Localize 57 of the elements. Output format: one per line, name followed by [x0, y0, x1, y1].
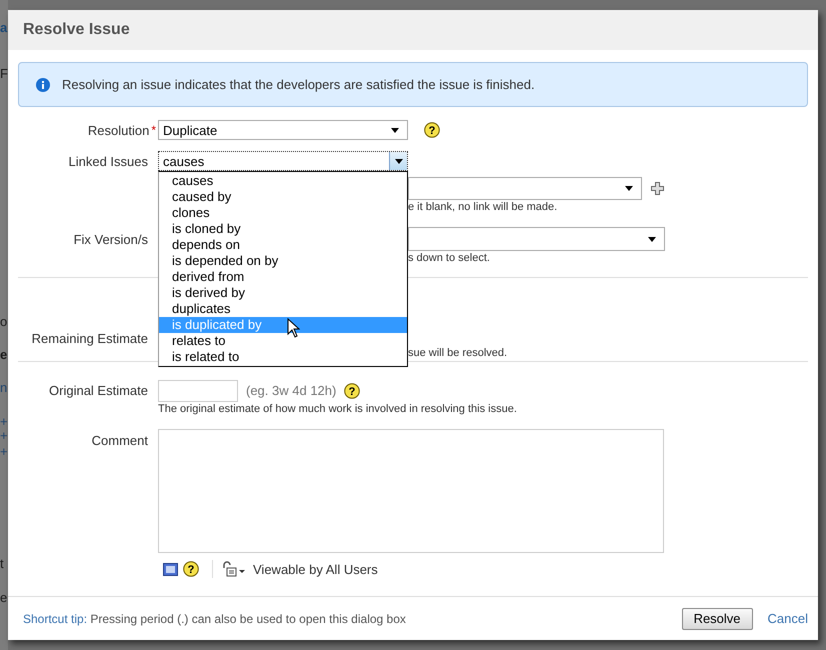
caret-icon: [648, 236, 656, 242]
field-label: Remaining Estimate: [32, 330, 148, 346]
comment-textarea[interactable]: [158, 429, 664, 553]
hint-text: The original estimate of how much work is involved in resolving this issue.: [158, 403, 517, 415]
help-icon[interactable]: ?: [183, 561, 199, 577]
padlock-icon[interactable]: [222, 561, 246, 577]
dropdown-option[interactable]: is related to: [159, 349, 407, 365]
dropdown-option[interactable]: derived from: [159, 269, 407, 285]
dropdown-option[interactable]: depends on: [159, 237, 407, 253]
dropdown-option[interactable]: causes: [159, 173, 407, 189]
shortcut-tip: Shortcut tip: Pressing period (.) can also be used to open this dialog box: [23, 612, 407, 626]
caret-icon: [625, 186, 633, 191]
required-mark: *: [151, 122, 156, 136]
issue-select[interactable]: [408, 177, 642, 200]
visibility-label[interactable]: Viewable by All Users: [253, 562, 378, 576]
dropdown-option[interactable]: duplicates: [159, 301, 407, 317]
background-text: +: [0, 414, 8, 430]
field-label: Comment: [92, 433, 148, 448]
background-text: +: [0, 428, 8, 444]
background-text: t: [0, 556, 4, 572]
dropdown-option[interactable]: is cloned by: [159, 221, 407, 237]
example-text: (eg. 3w 4d 12h): [246, 383, 336, 398]
hint-text: sue will be resolved.: [408, 347, 508, 359]
fix-version-select[interactable]: [408, 227, 665, 251]
resolve-button[interactable]: Resolve: [682, 608, 753, 630]
background-text: n: [0, 380, 8, 396]
cursor-icon: [287, 318, 300, 338]
caret-icon: [391, 128, 399, 132]
background-text: F: [0, 66, 8, 82]
field-label: Linked Issues: [68, 154, 148, 168]
dropdown-option[interactable]: is derived by: [159, 285, 407, 301]
hint-text: e it blank, no link will be made.: [408, 201, 558, 213]
background-text: +: [0, 444, 8, 460]
info-text: Resolving an issue indicates that the developers are satisfied the issue is finished.: [62, 77, 535, 92]
resolution-select[interactable]: Duplicate: [158, 120, 408, 140]
dropdown-option[interactable]: is depended on by: [159, 253, 407, 269]
dialog-title: Resolve Issue: [23, 21, 130, 39]
plus-icon[interactable]: [651, 182, 664, 195]
help-icon[interactable]: ?: [344, 382, 360, 398]
background-text: e: [0, 347, 8, 363]
background-text: a: [0, 19, 8, 37]
wiki-preview-icon[interactable]: [163, 562, 178, 576]
info-icon: [36, 78, 50, 92]
dropdown-option[interactable]: clones: [159, 205, 407, 221]
linked-issues-select[interactable]: causes: [158, 151, 408, 171]
help-icon[interactable]: ?: [424, 122, 440, 138]
dropdown-option[interactable]: caused by: [159, 189, 407, 205]
background-text: e: [0, 590, 8, 606]
field-label: Resolution: [88, 122, 150, 138]
field-label: Fix Version/s: [74, 232, 148, 246]
field-label: Original Estimate: [49, 383, 148, 398]
hint-text: s down to select.: [408, 252, 490, 264]
estimate-input[interactable]: [158, 380, 238, 402]
background-text: o: [0, 314, 8, 330]
cancel-link[interactable]: Cancel: [768, 611, 808, 626]
dropdown-option[interactable]: relates to: [159, 333, 407, 349]
caret-icon: [394, 158, 402, 164]
